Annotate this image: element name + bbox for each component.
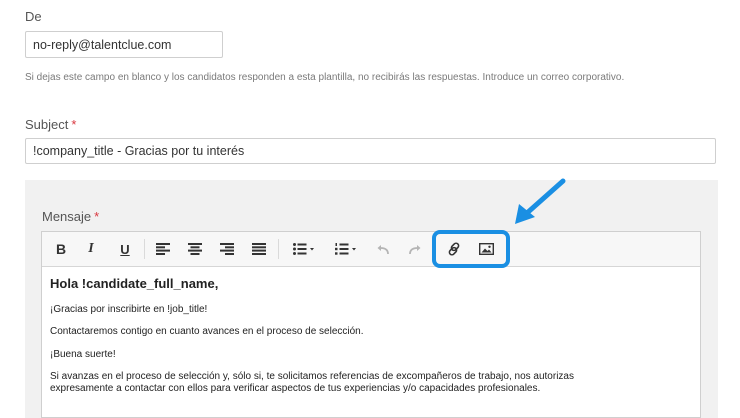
undo-icon — [377, 244, 389, 254]
align-left-icon — [156, 243, 170, 255]
message-line: ¡Buena suerte! — [50, 349, 116, 360]
message-line: expresamente a contactar con ellos para … — [50, 383, 541, 394]
redo-button[interactable] — [404, 232, 426, 266]
editor-toolbar: B I U — [42, 232, 700, 267]
numbered-list-icon — [335, 243, 356, 255]
subject-label-text: Subject — [25, 117, 69, 132]
from-hint: Si dejas este campo en blanco y los cand… — [25, 72, 625, 83]
align-justify-icon — [252, 243, 266, 255]
message-greeting: Hola !candidate_full_name, — [50, 276, 219, 291]
toolbar-separator — [278, 239, 279, 259]
bullet-list-button[interactable] — [285, 232, 323, 266]
message-editor[interactable]: B I U Hola !candidate_full_name, ¡Gracia… — [41, 231, 701, 418]
arrow-icon — [515, 178, 566, 224]
from-label: De — [25, 9, 42, 24]
subject-label: Subject * — [25, 117, 76, 132]
numbered-list-button[interactable] — [327, 232, 365, 266]
message-line: Contactaremos contigo en cuanto avances … — [50, 326, 364, 337]
required-mark: * — [71, 117, 77, 132]
message-line: ¡Gracias por inscribirte en !job_title! — [50, 304, 208, 315]
underline-button[interactable]: U — [114, 232, 136, 266]
from-email-input[interactable]: no-reply@talentclue.com — [25, 31, 223, 58]
message-label-text: Mensaje — [42, 209, 92, 224]
bold-button[interactable]: B — [50, 232, 72, 266]
message-line: Si avanzas en el proceso de selección y,… — [50, 371, 574, 382]
highlight-box — [432, 230, 510, 268]
subject-input[interactable]: !company_title - Gracias por tu interés — [25, 138, 716, 164]
align-justify-button[interactable] — [248, 232, 270, 266]
align-right-button[interactable] — [216, 232, 238, 266]
message-label: Mensaje * — [42, 209, 99, 224]
required-mark: * — [94, 209, 100, 224]
align-center-button[interactable] — [184, 232, 206, 266]
toolbar-separator — [144, 239, 145, 259]
align-left-button[interactable] — [152, 232, 174, 266]
redo-icon — [409, 244, 421, 254]
align-center-icon — [188, 243, 202, 255]
bullet-list-icon — [293, 243, 314, 255]
align-right-icon — [220, 243, 234, 255]
undo-button[interactable] — [372, 232, 394, 266]
italic-button[interactable]: I — [80, 232, 102, 266]
